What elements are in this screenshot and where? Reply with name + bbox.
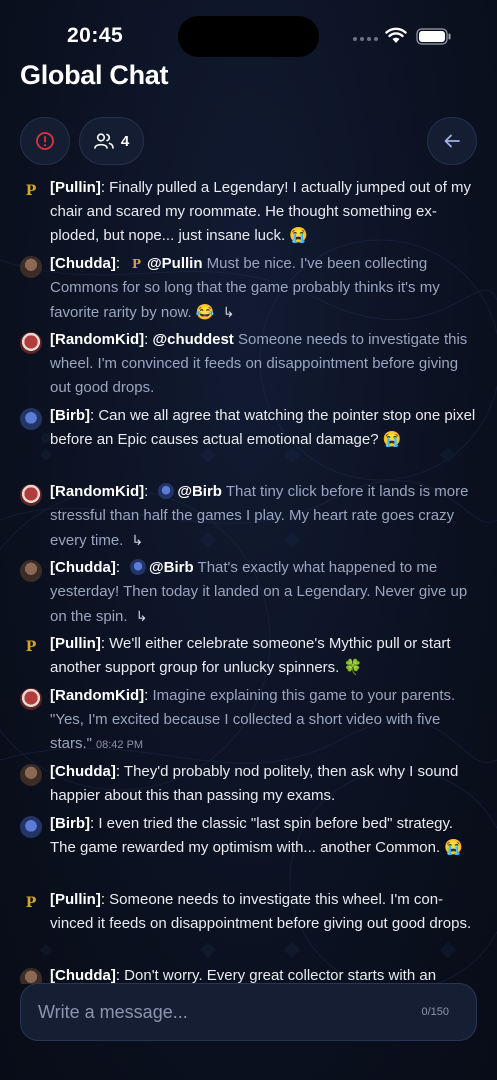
avatar: P [25, 639, 37, 655]
message-text: Finally pulled a Legendary! I actually j… [50, 179, 472, 244]
avatar [20, 816, 42, 838]
crying-emoji-icon: 😭 [444, 839, 464, 856]
message-item[interactable]: P [Pullin]: Finally pulled a Legendary! … [20, 176, 480, 248]
wifi-icon [385, 27, 407, 43]
users-icon [94, 133, 114, 149]
avatar [20, 560, 42, 582]
mention[interactable]: @Birb [177, 483, 222, 500]
reply-icon[interactable]: ↳ [132, 532, 144, 548]
message-item[interactable]: [RandomKid]: @chuddest Someone needs to … [20, 328, 480, 400]
avatar: P [25, 895, 37, 911]
username[interactable]: [Pullin] [50, 635, 101, 652]
dynamic-island [178, 16, 319, 57]
reply-icon[interactable]: ↳ [223, 304, 235, 320]
crying-emoji-icon: 😭 [289, 227, 309, 244]
laughing-emoji-icon: 😂 [195, 304, 215, 321]
avatar: P [25, 183, 37, 199]
message-text: Don't worry. Every great collector start… [124, 967, 437, 984]
message-item[interactable]: P [Pullin]: We'll either celebrate someo… [20, 632, 480, 680]
mention-avatar [158, 483, 175, 499]
username[interactable]: [RandomKid] [50, 483, 144, 500]
online-count: 4 [120, 132, 130, 150]
battery-icon [416, 28, 451, 45]
username[interactable]: [Birb] [50, 407, 90, 424]
username[interactable]: [Chudda] [50, 967, 116, 984]
avatar [20, 484, 42, 506]
avatar [20, 408, 42, 430]
message-timestamp: 08:42 PM [96, 739, 144, 751]
avatar [20, 256, 42, 278]
message-list[interactable]: P [Pullin]: Finally pulled a Legendary! … [0, 172, 497, 984]
online-users-button[interactable]: 4 [79, 117, 144, 165]
username[interactable]: [Chudda] [50, 255, 116, 272]
message-composer: 0/150 [20, 983, 477, 1041]
message-item[interactable]: [Chudda]: @Birb That's exactly what happe… [20, 556, 480, 629]
avatar [20, 968, 42, 984]
reply-icon[interactable]: ↳ [136, 608, 148, 624]
message-text: I even tried the classic "last spin befo… [50, 815, 454, 856]
mention-avatar: P [132, 257, 142, 271]
clover-emoji-icon: 🍀 [343, 659, 363, 676]
message-item[interactable]: [Birb]: I even tried the classic "last s… [20, 812, 480, 860]
username[interactable]: [Birb] [50, 815, 90, 832]
username[interactable]: [Pullin] [50, 891, 101, 908]
message-item[interactable]: [Chudda]: P @Pullin Must be nice. I've bee… [20, 252, 480, 325]
message-text: We'll either celebrate someone's Mythic … [50, 635, 451, 676]
username[interactable]: [Chudda] [50, 559, 116, 576]
message-input[interactable] [38, 984, 408, 1040]
message-item[interactable]: [RandomKid]: Imagine explaining this gam… [20, 684, 480, 757]
message-text: Can we all agree that watching the point… [50, 407, 476, 448]
mention[interactable]: @Birb [149, 559, 194, 576]
arrow-left-icon [444, 134, 460, 148]
avatar [20, 688, 42, 710]
message-item[interactable]: [Birb]: Can we all agree that watching t… [20, 404, 480, 452]
message-item[interactable]: [Chudda]: They'd probably nod politely, … [20, 760, 480, 808]
message-item[interactable]: [Chudda]: Don't worry. Every great colle… [20, 964, 480, 984]
username[interactable]: [Pullin] [50, 179, 101, 196]
message-item[interactable]: P [Pullin]: Someone needs to investigate… [20, 888, 480, 936]
mention[interactable]: @chuddest [153, 331, 234, 348]
clock-time: 20:45 [67, 24, 124, 47]
avatar [20, 764, 42, 786]
report-button[interactable] [20, 117, 70, 165]
chat-screen: 20:45 Global Chat 4 P [Pullin]: Finally … [0, 0, 497, 1080]
crying-emoji-icon: 😭 [382, 431, 402, 448]
message-text: Someone needs to investigate this wheel.… [50, 891, 472, 932]
username[interactable]: [RandomKid] [50, 687, 144, 704]
username[interactable]: [Chudda] [50, 763, 116, 780]
character-counter: 0/150 [421, 1006, 449, 1018]
username[interactable]: [RandomKid] [50, 331, 144, 348]
avatar [20, 332, 42, 354]
back-button[interactable] [427, 117, 477, 165]
mention[interactable]: @Pullin [147, 255, 202, 272]
page-title: Global Chat [20, 60, 169, 90]
alert-circle-icon [36, 132, 54, 150]
cellular-signal-icon [353, 37, 378, 41]
message-item[interactable]: [RandomKid]: @Birb That tiny click before… [20, 480, 480, 553]
mention-avatar [130, 559, 146, 575]
